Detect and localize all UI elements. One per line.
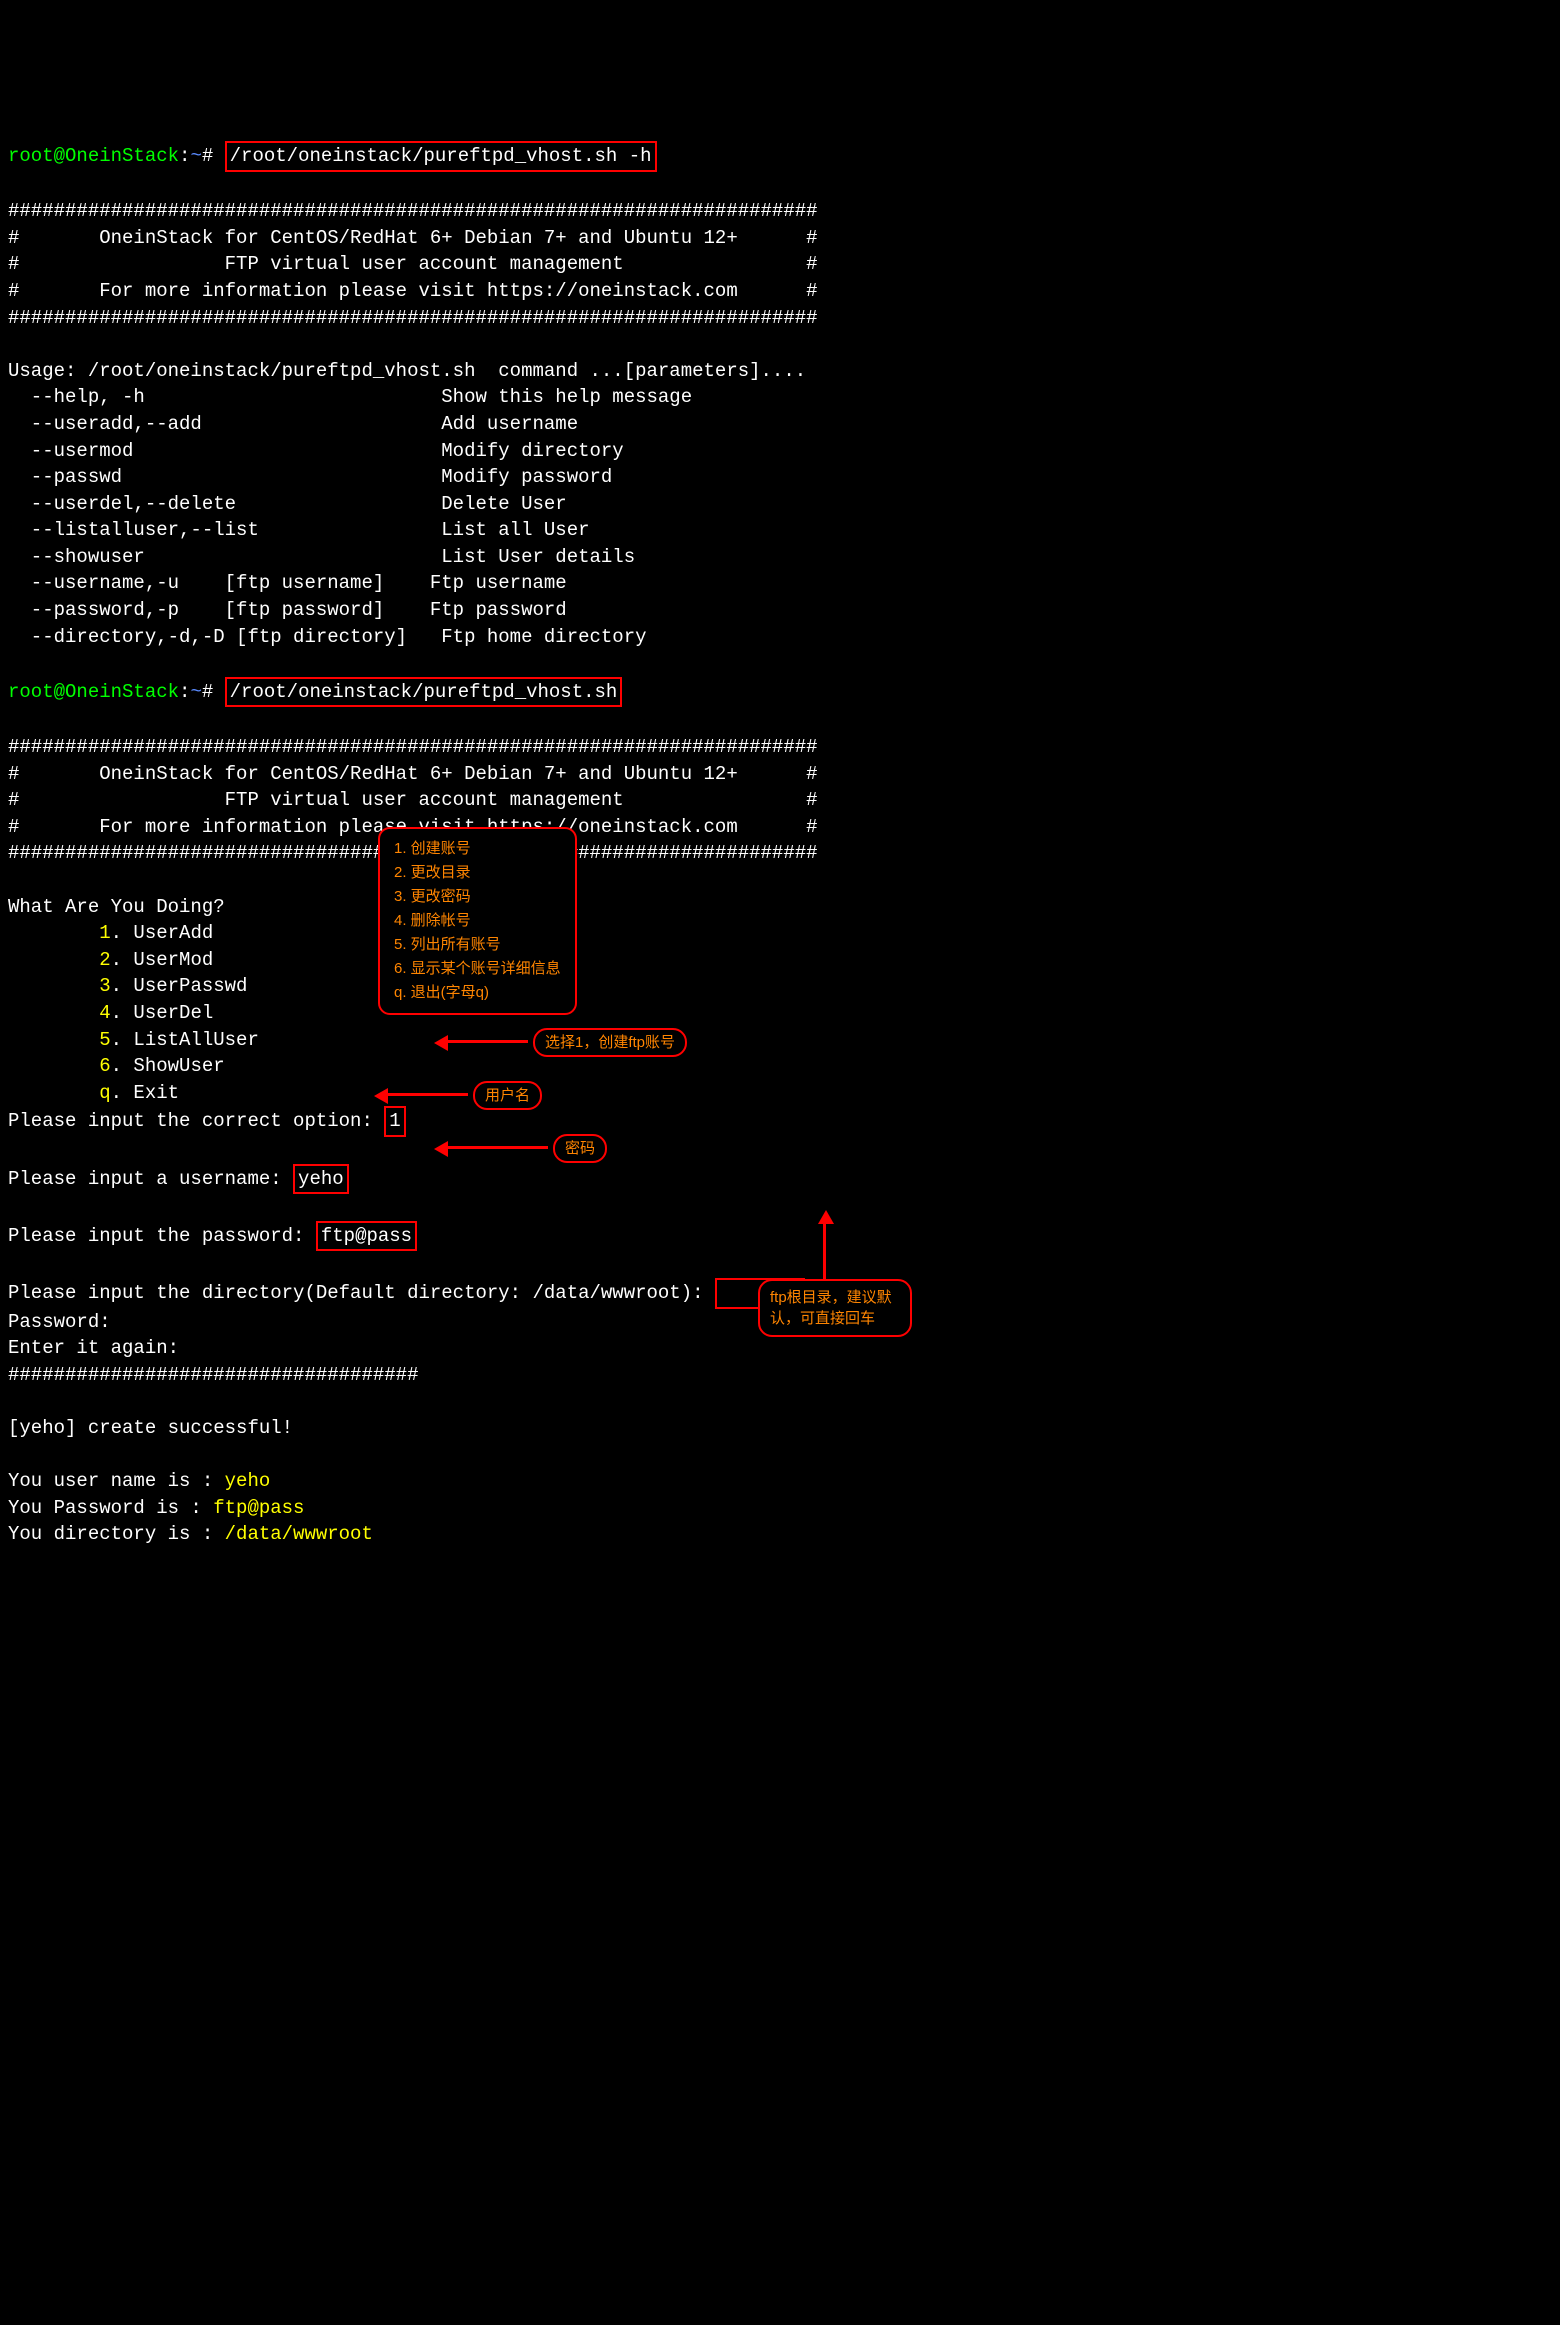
password-input[interactable]: ftp@pass: [316, 1221, 417, 1252]
banner-line: # FTP virtual user account management #: [8, 789, 818, 811]
result-user-value: yeho: [225, 1470, 271, 1492]
menu-label: . UserDel: [111, 1002, 214, 1024]
result-dir-value: /data/wwwroot: [225, 1523, 373, 1545]
prompt-user: root@OneinStack: [8, 145, 179, 167]
result-pass-label: You Password is :: [8, 1497, 213, 1519]
usage-head: Usage: /root/oneinstack/pureftpd_vhost.s…: [8, 360, 806, 382]
prompt-user: root@OneinStack: [8, 681, 179, 703]
prompt-username-label: Please input a username:: [8, 1168, 293, 1190]
usage-line: --password,-p [ftp password] Ftp passwor…: [8, 599, 567, 621]
menu-label: . UserMod: [111, 949, 214, 971]
annotation-option: 选择1，创建ftp账号: [533, 1028, 687, 1057]
command-1: /root/oneinstack/pureftpd_vhost.sh -h: [225, 141, 657, 172]
arrow-icon: [448, 1146, 548, 1149]
menu-num: 6: [99, 1055, 110, 1077]
annotation-directory: ftp根目录，建议默认，可直接回车: [758, 1279, 912, 1337]
banner-hr: ########################################…: [8, 736, 818, 758]
annotation-menu: 1. 创建账号2. 更改目录3. 更改密码4. 删除帐号5. 列出所有账号6. …: [378, 827, 577, 1015]
menu-num: q: [99, 1082, 110, 1104]
prompt-option-label: Please input the correct option:: [8, 1110, 384, 1132]
prompt-path: ~: [190, 681, 201, 703]
password-echo: Password:: [8, 1311, 111, 1333]
usage-line: --passwd Modify password: [8, 466, 612, 488]
menu-num: 5: [99, 1029, 110, 1051]
prompt-sep: :: [179, 681, 190, 703]
menu-num: 4: [99, 1002, 110, 1024]
banner-line: # For more information please visit http…: [8, 280, 818, 302]
menu-head: What Are You Doing?: [8, 896, 225, 918]
menu-label: . UserPasswd: [111, 975, 248, 997]
result-pass-value: ftp@pass: [213, 1497, 304, 1519]
result-user-label: You user name is :: [8, 1470, 225, 1492]
usage-line: --directory,-d,-D [ftp directory] Ftp ho…: [8, 626, 647, 648]
prompt-hash: #: [202, 145, 225, 167]
menu-label: . Exit: [111, 1082, 179, 1104]
usage-line: --showuser List User details: [8, 546, 635, 568]
menu-label: . UserAdd: [111, 922, 214, 944]
small-hr: ####################################: [8, 1364, 418, 1386]
prompt-hash: #: [202, 681, 225, 703]
annotation-username: 用户名: [473, 1081, 542, 1110]
usage-line: --usermod Modify directory: [8, 440, 624, 462]
usage-line: --listalluser,--list List all User: [8, 519, 590, 541]
usage-line: --userdel,--delete Delete User: [8, 493, 567, 515]
menu-num: 1: [99, 922, 110, 944]
menu-label: . ShowUser: [111, 1055, 225, 1077]
arrow-icon: [388, 1093, 468, 1096]
success-msg: [yeho] create successful!: [8, 1417, 293, 1439]
command-2: /root/oneinstack/pureftpd_vhost.sh: [225, 677, 623, 708]
banner-line: # OneinStack for CentOS/RedHat 6+ Debian…: [8, 227, 818, 249]
option-input[interactable]: 1: [384, 1106, 405, 1137]
menu-label: . ListAllUser: [111, 1029, 259, 1051]
banner-line: # FTP virtual user account management #: [8, 253, 818, 275]
arrow-icon: [823, 1224, 826, 1279]
prompt-path: ~: [190, 145, 201, 167]
arrow-icon: [448, 1040, 528, 1043]
banner-hr: ########################################…: [8, 200, 818, 222]
banner-line: # OneinStack for CentOS/RedHat 6+ Debian…: [8, 763, 818, 785]
menu-num: 3: [99, 975, 110, 997]
banner-hr: ########################################…: [8, 307, 818, 329]
username-input[interactable]: yeho: [293, 1164, 349, 1195]
usage-line: --username,-u [ftp username] Ftp usernam…: [8, 572, 567, 594]
prompt-directory-label: Please input the directory(Default direc…: [8, 1282, 715, 1304]
result-dir-label: You directory is :: [8, 1523, 225, 1545]
usage-line: --help, -h Show this help message: [8, 386, 692, 408]
menu-num: 2: [99, 949, 110, 971]
password-again: Enter it again:: [8, 1337, 179, 1359]
annotation-password: 密码: [553, 1134, 607, 1163]
terminal-output: root@OneinStack:~# /root/oneinstack/pure…: [8, 114, 1552, 1946]
usage-line: --useradd,--add Add username: [8, 413, 578, 435]
prompt-password-label: Please input the password:: [8, 1225, 316, 1247]
prompt-sep: :: [179, 145, 190, 167]
